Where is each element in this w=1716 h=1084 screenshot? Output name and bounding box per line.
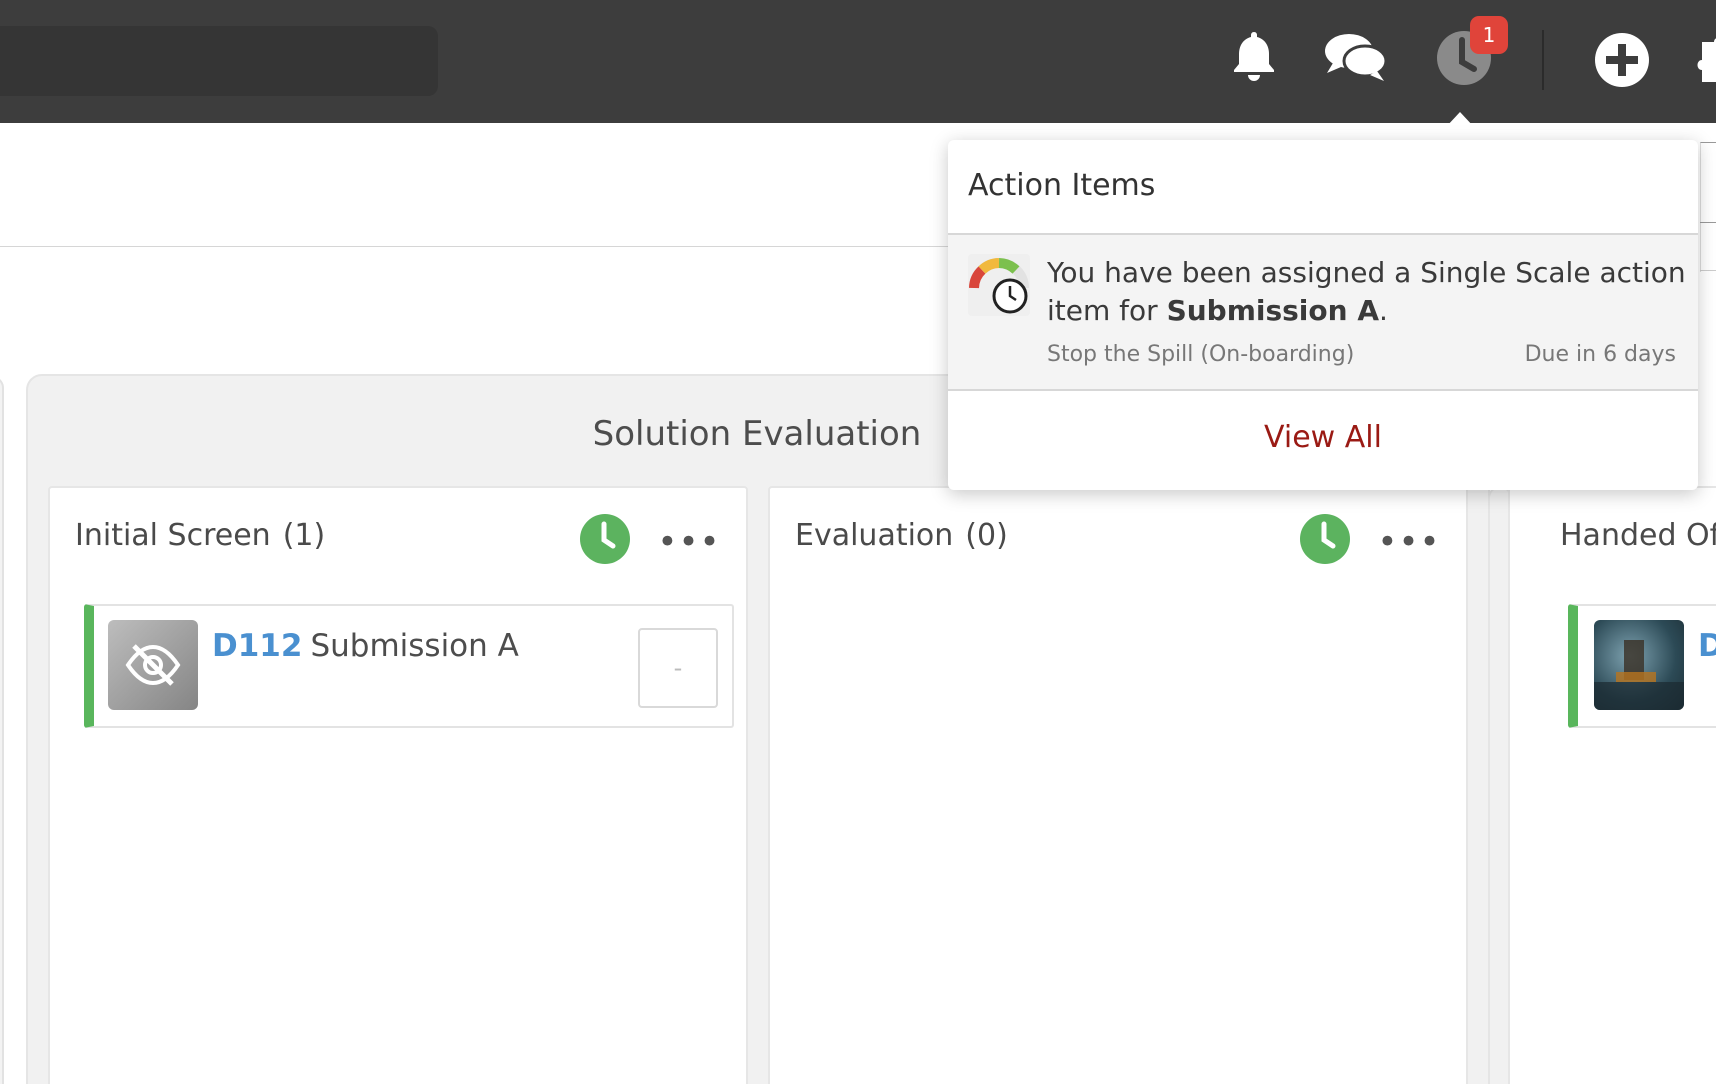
previous-group-panel bbox=[0, 376, 4, 1084]
edge-divider bbox=[1700, 142, 1716, 272]
submission-thumbnail bbox=[1594, 620, 1684, 710]
column-title: Evaluation bbox=[795, 518, 954, 553]
dropdown-title: Action Items bbox=[968, 168, 1156, 203]
card-title-text: Submission A bbox=[310, 628, 519, 664]
column-count: (0) bbox=[965, 518, 1008, 553]
more-options-icon[interactable]: ••• bbox=[1377, 522, 1439, 562]
column-header: Initial Screen (1) bbox=[75, 518, 325, 553]
stage-column-evaluation bbox=[768, 486, 1468, 1084]
page-divider bbox=[0, 246, 980, 247]
puzzle-icon[interactable] bbox=[1690, 34, 1716, 84]
edge-divider bbox=[1700, 222, 1716, 223]
search-input[interactable] bbox=[0, 26, 438, 96]
action-items-badge: 1 bbox=[1470, 16, 1508, 54]
card-title[interactable]: D112 Submission A bbox=[212, 628, 519, 664]
chat-icon[interactable] bbox=[1322, 28, 1390, 86]
column-count: (1) bbox=[282, 518, 326, 553]
plus-circle-icon[interactable] bbox=[1594, 32, 1650, 88]
hidden-idea-icon bbox=[108, 620, 198, 710]
action-item-source: Stop the Spill (On-boarding) bbox=[1047, 342, 1355, 367]
column-title: Handed Of bbox=[1560, 518, 1716, 553]
column-header: Handed Of bbox=[1560, 518, 1716, 553]
edge-divider bbox=[1700, 270, 1716, 271]
stage-clock-icon[interactable] bbox=[1300, 514, 1350, 564]
view-all-link[interactable]: View All bbox=[948, 420, 1698, 455]
bell-icon[interactable] bbox=[1226, 26, 1282, 86]
stage-column-handed-off bbox=[1508, 486, 1716, 1084]
dropdown-caret bbox=[1432, 112, 1488, 142]
score-box[interactable]: - bbox=[638, 628, 718, 708]
action-item-due: Due in 6 days bbox=[1524, 342, 1676, 367]
message-submission: Submission A bbox=[1166, 294, 1379, 327]
action-item-message: You have been assigned a Single Scale ac… bbox=[1047, 254, 1687, 330]
stage-column-initial-screen bbox=[48, 486, 748, 1084]
more-options-icon[interactable]: ••• bbox=[657, 522, 719, 562]
gauge-clock-icon bbox=[968, 254, 1030, 316]
card-id-link[interactable]: D bbox=[1698, 628, 1716, 664]
toolbar-divider bbox=[1542, 30, 1544, 90]
column-title: Initial Screen bbox=[75, 518, 271, 553]
stage-clock-icon[interactable] bbox=[580, 514, 630, 564]
message-end: . bbox=[1379, 294, 1388, 327]
column-header: Evaluation (0) bbox=[795, 518, 1008, 553]
card-id-link[interactable]: D112 bbox=[212, 628, 302, 664]
